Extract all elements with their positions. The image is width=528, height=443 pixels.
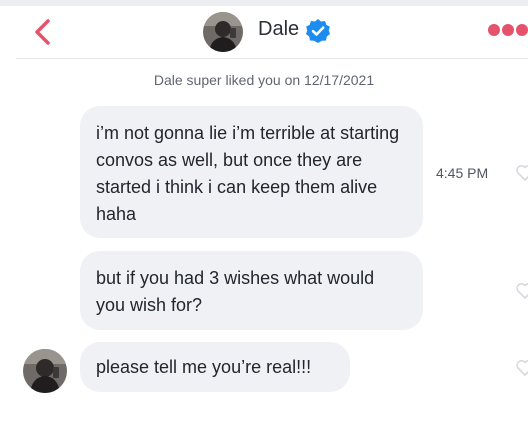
match-name[interactable]: Dale	[258, 18, 299, 41]
more-dot	[516, 24, 528, 36]
chat-header: Dale	[0, 6, 528, 58]
back-button[interactable]	[28, 12, 58, 52]
verified-badge-icon	[305, 18, 331, 44]
sender-avatar[interactable]	[23, 349, 67, 393]
profile-photo	[203, 12, 243, 52]
header-divider	[16, 58, 528, 59]
chat-screen: Dale Dale super liked you on 12/17/2021 …	[0, 0, 528, 443]
super-like-notice: Dale super liked you on 12/17/2021	[153, 72, 375, 88]
message-bubble[interactable]: but if you had 3 wishes what would you w…	[80, 251, 423, 330]
more-options-button[interactable]	[488, 24, 528, 40]
message-bubble[interactable]: please tell me you’re real!!!	[80, 342, 350, 392]
like-message-heart-icon[interactable]	[515, 163, 528, 183]
like-message-heart-icon[interactable]	[515, 281, 528, 301]
more-dot	[488, 24, 500, 36]
profile-photo	[23, 349, 67, 393]
more-dot	[502, 24, 514, 36]
chevron-left-icon	[35, 19, 50, 45]
match-avatar[interactable]	[203, 12, 243, 52]
message-timestamp: 4:45 PM	[436, 165, 489, 181]
message-bubble[interactable]: i’m not gonna lie i’m terrible at starti…	[80, 106, 423, 238]
like-message-heart-icon[interactable]	[515, 358, 528, 378]
